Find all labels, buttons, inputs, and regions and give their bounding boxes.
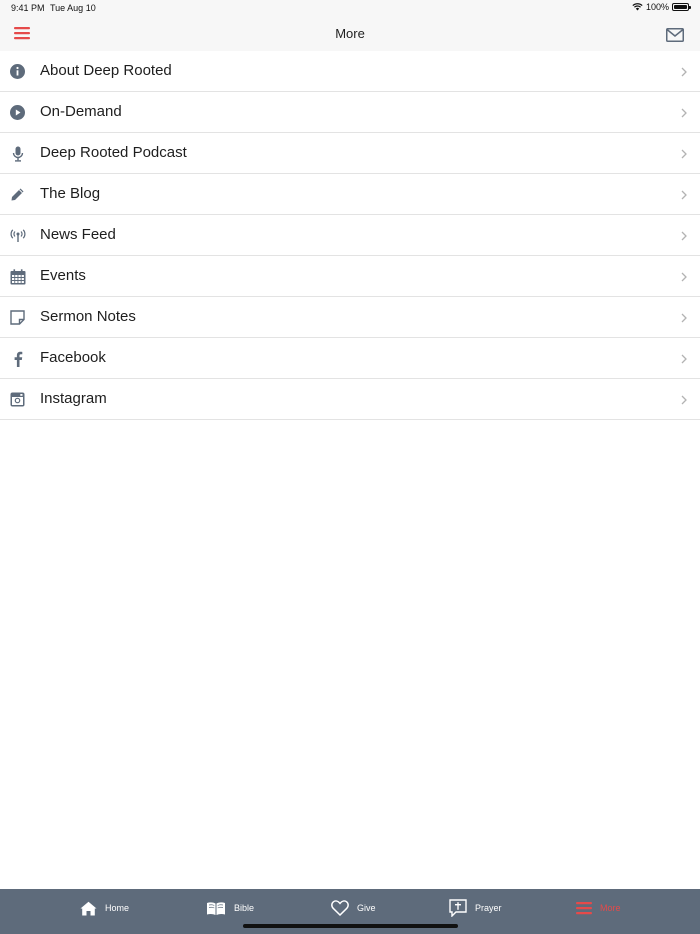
status-bar: 9:41 PM Tue Aug 10 100% [0, 0, 700, 18]
wifi-icon [632, 3, 643, 11]
chevron-right-icon [681, 272, 687, 282]
list-item-sermon-notes[interactable]: Sermon Notes [0, 297, 700, 338]
nav-bar: More [0, 18, 700, 51]
home-icon [80, 901, 97, 915]
status-time: 9:41 PM [11, 3, 45, 13]
tab-label: Home [105, 903, 130, 913]
chevron-right-icon [681, 108, 687, 118]
list-item-instagram[interactable]: Instagram [0, 379, 700, 420]
battery-icon [672, 3, 691, 11]
list-item-on-demand[interactable]: On-Demand [0, 92, 700, 133]
list-item-facebook[interactable]: Facebook [0, 338, 700, 379]
tab-label: Give [357, 903, 376, 913]
tab-label: Bible [234, 903, 255, 913]
tab-label: Prayer [475, 903, 502, 913]
tab-label: More [600, 903, 621, 913]
tab-bar: Home Bible Give Prayer More [0, 889, 700, 934]
prayer-icon [449, 899, 467, 917]
tab-bible[interactable]: Bible [206, 889, 254, 927]
status-right: 100% [632, 2, 691, 12]
page-title: More [335, 26, 365, 41]
broadcast-icon [9, 227, 26, 244]
chevron-right-icon [681, 395, 687, 405]
chevron-right-icon [681, 149, 687, 159]
microphone-icon [9, 145, 26, 162]
menu-icon [576, 902, 592, 915]
tab-home[interactable]: Home [80, 889, 129, 927]
list-item-label: About Deep Rooted [40, 62, 172, 79]
list-item-events[interactable]: Events [0, 256, 700, 297]
list-item-label: Instagram [40, 390, 107, 407]
chevron-right-icon [681, 231, 687, 241]
list-item-label: Deep Rooted Podcast [40, 144, 187, 161]
list-item-label: News Feed [40, 226, 116, 243]
chevron-right-icon [681, 190, 687, 200]
list-item-about[interactable]: About Deep Rooted [0, 51, 700, 92]
note-icon [9, 309, 26, 326]
list-item-label: Events [40, 267, 86, 284]
tab-give[interactable]: Give [331, 889, 376, 927]
status-date: Tue Aug 10 [50, 3, 96, 13]
battery-percent: 100% [645, 2, 669, 12]
list-item-blog[interactable]: The Blog [0, 174, 700, 215]
calendar-icon [9, 268, 26, 285]
list-item-label: On-Demand [40, 103, 122, 120]
instagram-icon [9, 391, 26, 408]
chevron-right-icon [681, 354, 687, 364]
tab-more[interactable]: More [576, 889, 621, 927]
list-item-label: The Blog [40, 185, 101, 202]
more-menu-list: About Deep Rooted On-Demand Deep Rooted … [0, 51, 700, 420]
list-item-podcast[interactable]: Deep Rooted Podcast [0, 133, 700, 174]
play-icon [9, 104, 26, 121]
pencil-icon [9, 186, 26, 203]
book-icon [207, 901, 225, 915]
mail-icon[interactable] [666, 28, 684, 42]
chevron-right-icon [681, 67, 687, 77]
info-icon [9, 63, 26, 80]
list-item-news-feed[interactable]: News Feed [0, 215, 700, 256]
chevron-right-icon [681, 313, 687, 323]
heart-icon [331, 900, 349, 916]
home-indicator [243, 924, 458, 928]
list-item-label: Facebook [40, 349, 106, 366]
facebook-icon [9, 350, 26, 367]
tab-prayer[interactable]: Prayer [449, 889, 502, 927]
list-item-label: Sermon Notes [40, 308, 136, 325]
